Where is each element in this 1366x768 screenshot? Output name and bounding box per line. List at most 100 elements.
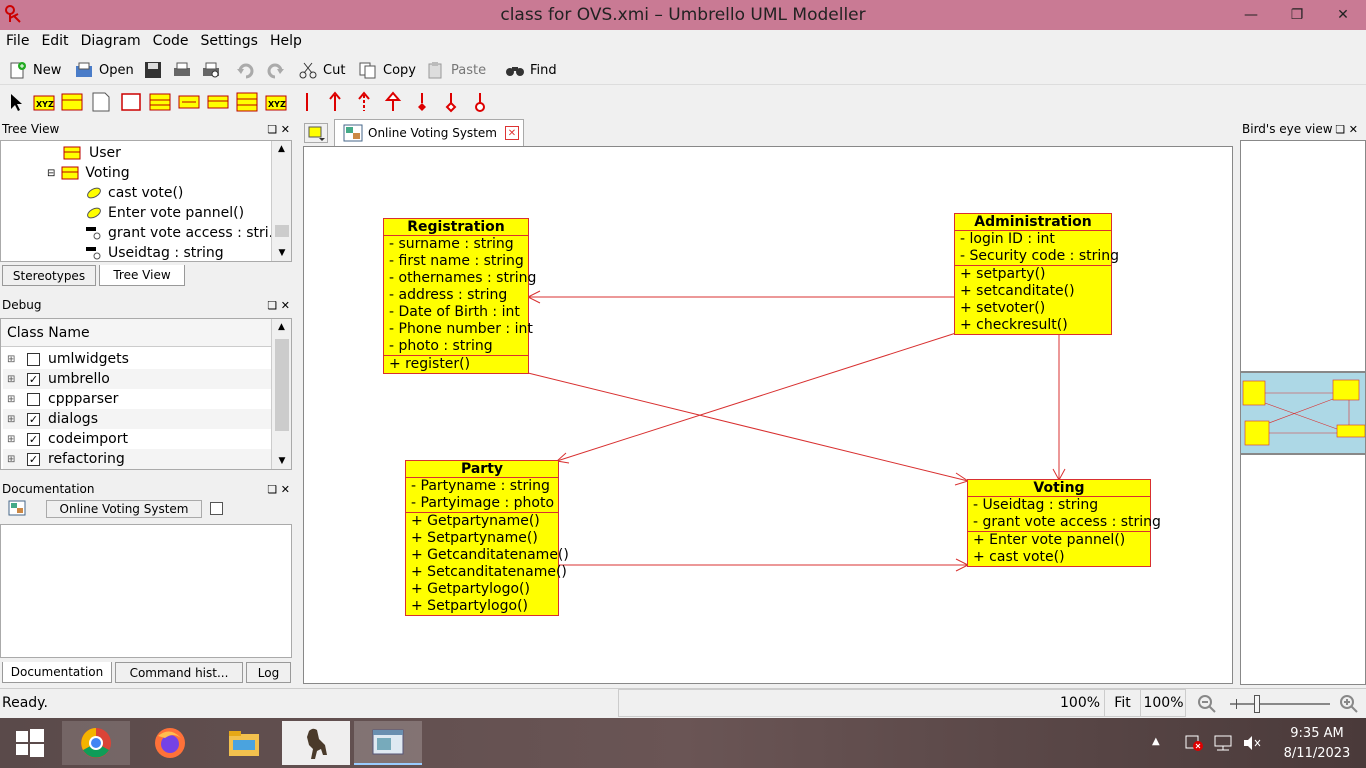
panel-controls[interactable]: ❏ ✕ [1335, 123, 1358, 136]
menu-help[interactable]: Help [264, 30, 308, 49]
expand-icon[interactable]: ⊞ [7, 394, 17, 405]
new-button[interactable]: New [8, 58, 61, 82]
expand-icon[interactable]: ⊞ [7, 414, 17, 425]
network-error-icon[interactable] [1184, 734, 1204, 752]
find-button[interactable]: Find [505, 58, 557, 82]
zoom-100-button[interactable]: 100% [1140, 689, 1186, 717]
tree-item-user[interactable]: User [63, 143, 121, 163]
checkbox[interactable]: ✓ [27, 432, 40, 446]
generalization-tool-icon[interactable] [382, 91, 404, 113]
documentation-checkbox[interactable] [210, 502, 223, 515]
taskbar-chrome[interactable] [62, 721, 130, 765]
class-administration[interactable]: Administration - login ID : int - Securi… [954, 213, 1119, 335]
debug-row-umlwidgets[interactable]: ⊞ umlwidgets [3, 349, 271, 369]
tab-log[interactable]: Log [246, 662, 291, 683]
datatype-tool-icon[interactable] [178, 91, 200, 113]
select-tool[interactable] [6, 91, 28, 113]
print-button[interactable] [172, 58, 197, 82]
documentation-field[interactable]: Online Voting System [46, 500, 202, 518]
debug-row-cppparser[interactable]: ⊞ cppparser [3, 389, 271, 409]
system-clock[interactable]: 9:35 AM 8/11/2023 [1272, 724, 1362, 764]
expand-icon[interactable]: ⊞ [7, 434, 17, 445]
start-button[interactable] [0, 721, 60, 765]
tree-item-enter-vote-pannel[interactable]: Enter vote pannel() [85, 203, 244, 223]
class-voting[interactable]: Voting - Useidtag : string - grant vote … [967, 479, 1161, 567]
directed-association-tool-icon[interactable] [324, 91, 346, 113]
save-button[interactable] [143, 58, 168, 82]
fit-button[interactable]: Fit [1104, 689, 1140, 717]
network-icon[interactable] [1212, 734, 1234, 752]
class-tool-icon[interactable]: XYZ [33, 91, 55, 113]
tab-documentation[interactable]: Documentation [2, 662, 112, 683]
zoom-in-icon[interactable] [1338, 693, 1362, 715]
note-tool-icon[interactable] [90, 91, 112, 113]
class-registration[interactable]: Registration - surname : string - first … [383, 218, 536, 374]
maximize-button[interactable]: ❐ [1274, 0, 1320, 30]
menu-settings[interactable]: Settings [195, 30, 264, 49]
tree-item-cast-vote[interactable]: cast vote() [85, 183, 183, 203]
birds-eye-panel[interactable] [1240, 140, 1366, 685]
panel-controls[interactable]: ❏ ✕ [267, 123, 290, 136]
taskbar-file-explorer[interactable] [210, 721, 278, 765]
documentation-text-area[interactable] [0, 524, 292, 658]
dependency-tool-icon[interactable] [353, 91, 375, 113]
collapse-icon[interactable]: ⊟ [47, 168, 55, 179]
checkbox[interactable] [27, 352, 40, 366]
containment-tool-icon[interactable] [469, 91, 491, 113]
menu-file[interactable]: File [0, 30, 35, 49]
debug-row-refactoring[interactable]: ⊞ ✓ refactoring [3, 449, 271, 469]
debug-row-dialogs[interactable]: ⊞ ✓ dialogs [3, 409, 271, 429]
panel-controls[interactable]: ❏ ✕ [267, 483, 290, 496]
menu-diagram[interactable]: Diagram [75, 30, 147, 49]
diagram-tab-online-voting[interactable]: Online Voting System ✕ [334, 119, 524, 146]
taskbar-umbrello[interactable] [282, 721, 350, 765]
aggregation-tool-icon[interactable] [411, 91, 433, 113]
redo-button[interactable] [265, 58, 290, 82]
cut-button[interactable]: Cut [298, 58, 345, 82]
expand-icon[interactable]: ⊞ [7, 354, 17, 365]
open-button[interactable]: Open [74, 58, 134, 82]
diagram-canvas[interactable]: Registration - surname : string - first … [303, 146, 1233, 684]
panel-controls[interactable]: ❏ ✕ [267, 299, 290, 312]
component-tool-icon[interactable]: XYZ [265, 91, 287, 113]
tab-command-history[interactable]: Command hist... [115, 662, 243, 683]
volume-muted-icon[interactable] [1242, 734, 1262, 752]
paste-button[interactable]: Paste [426, 58, 486, 82]
debug-scrollbar[interactable]: ▲ ▼ [271, 319, 291, 469]
checkbox[interactable] [27, 392, 40, 406]
zoom-out-icon[interactable] [1196, 693, 1220, 715]
copy-button[interactable]: Copy [358, 58, 416, 82]
menu-edit[interactable]: Edit [35, 30, 74, 49]
expand-icon[interactable]: ⊞ [7, 454, 17, 465]
taskbar-firefox[interactable] [136, 721, 204, 765]
taskbar-window[interactable] [354, 721, 422, 765]
tab-tree-view[interactable]: Tree View [99, 265, 185, 286]
checkbox[interactable]: ✓ [27, 452, 40, 466]
interface-tool-icon[interactable] [61, 91, 83, 113]
expand-icon[interactable]: ⊞ [7, 374, 17, 385]
close-button[interactable]: ✕ [1320, 0, 1366, 30]
zoom-slider[interactable] [1230, 695, 1330, 713]
tab-stereotypes[interactable]: Stereotypes [2, 265, 96, 286]
menu-code[interactable]: Code [147, 30, 195, 49]
composition-tool-icon[interactable] [440, 91, 462, 113]
association-tool-icon[interactable] [296, 91, 318, 113]
show-hidden-icons[interactable]: ▲ [1152, 736, 1160, 747]
debug-row-codeimport[interactable]: ⊞ ✓ codeimport [3, 429, 271, 449]
enum-tool-icon[interactable] [149, 91, 171, 113]
close-tab-icon[interactable]: ✕ [504, 126, 519, 140]
tree-item-useidtag[interactable]: Useidtag : string [85, 243, 224, 263]
minimize-button[interactable]: — [1228, 0, 1274, 30]
box-tool-icon[interactable] [120, 91, 142, 113]
debug-row-umbrello[interactable]: ⊞ ✓ umbrello [3, 369, 271, 389]
print-preview-button[interactable] [201, 58, 226, 82]
tree-item-voting[interactable]: ⊟ Voting [47, 163, 130, 183]
class-name-column-header[interactable]: Class Name [1, 319, 271, 347]
class-party[interactable]: Party - Partyname : string - Partyimage … [405, 460, 569, 616]
checkbox[interactable]: ✓ [27, 372, 40, 386]
tree-item-grant-vote-access[interactable]: grant vote access : stri... [85, 223, 282, 243]
checkbox[interactable]: ✓ [27, 412, 40, 426]
undo-button[interactable] [236, 58, 261, 82]
tree-scrollbar[interactable]: ▲ ▼ [271, 141, 291, 261]
package-tool-icon[interactable] [236, 91, 258, 113]
